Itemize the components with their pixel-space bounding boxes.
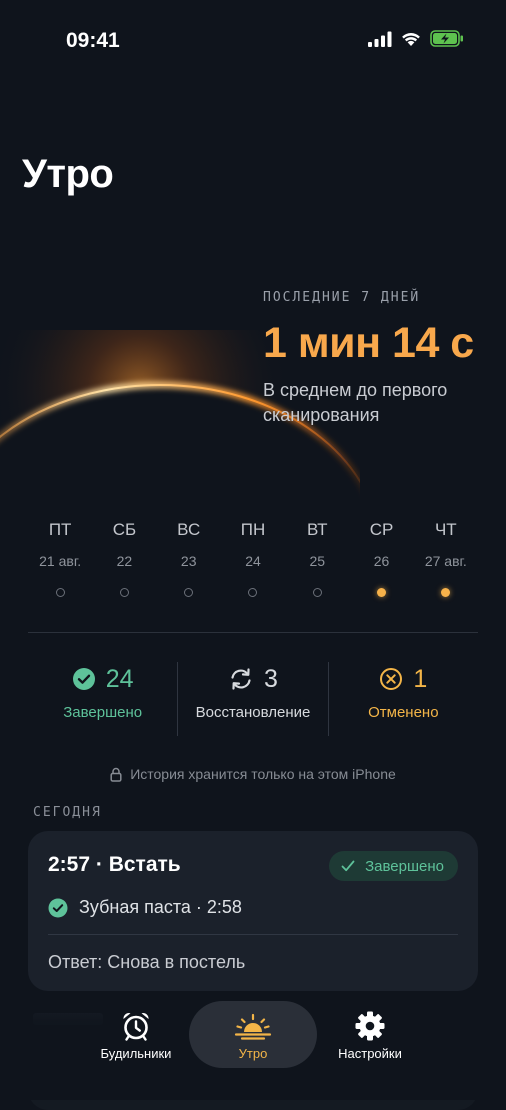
recovery-label: Восстановление (195, 704, 311, 721)
day-status-dot (119, 588, 129, 597)
day-date: 21 авг. (39, 553, 82, 569)
day-name: ПН (240, 520, 266, 539)
cancelled-counter: 1 Отменено (327, 662, 478, 736)
status-badge: Завершено (329, 851, 458, 881)
day-column[interactable]: ПН 24 (221, 520, 285, 597)
day-status-dot (184, 588, 194, 597)
sunrise-icon (234, 1013, 272, 1040)
day-column[interactable]: ПТ 21 авг. (28, 520, 92, 597)
tab-label: Будильники (100, 1046, 172, 1061)
day-name: ВС (177, 520, 201, 539)
stats-description: В среднем до первого сканирования (263, 380, 448, 425)
refresh-icon (231, 668, 251, 690)
stats-caption: ПОСЛЕДНИЕ 7 ДНЕЙ (263, 290, 421, 305)
checkmark-circle-icon (48, 898, 68, 917)
cancelled-label: Отменено (368, 704, 439, 721)
day-date: 23 (180, 553, 197, 569)
day-column[interactable]: ВС 23 (157, 520, 221, 597)
day-status-dot (377, 588, 387, 597)
privacy-note: История хранится только на этом iPhone (0, 766, 506, 782)
page-title: Утро (22, 152, 114, 196)
tab-morning[interactable]: Утро (189, 1001, 317, 1068)
day-status-dot (312, 588, 322, 597)
status-bar-time: 09:41 (66, 29, 120, 52)
day-name: ПТ (48, 520, 72, 539)
task-row: Зубная паста · 2:58 (48, 897, 242, 918)
task-label: Зубная паста · 2:58 (79, 897, 242, 917)
week-strip: ПТ 21 авг. СБ 22 ВС 23 ПН 24 ВТ 25 СР 26… (28, 520, 478, 597)
tab-label: Утро (238, 1046, 268, 1061)
day-name: ЧТ (434, 520, 457, 539)
summary-counters: 24 Завершено 3 Восстановление 1 Отменено (28, 662, 478, 736)
completed-label: Завершено (63, 704, 143, 721)
tab-settings[interactable]: Настройки (306, 1001, 434, 1068)
cancelled-count: 1 (413, 664, 428, 693)
day-date: 27 авг. (424, 553, 467, 569)
divider (48, 934, 458, 935)
day-date: 26 (373, 553, 390, 569)
completed-count: 24 (105, 664, 134, 693)
day-name: СР (369, 520, 394, 539)
day-column[interactable]: СБ 22 (92, 520, 156, 597)
day-status-dot (441, 588, 451, 597)
alarm-history-card[interactable]: 2:57 · Встать Завершено Зубная паста · 2… (28, 831, 478, 991)
completed-counter: 24 Завершено (28, 662, 177, 736)
alarm-title: 2:57 · Встать (48, 853, 181, 876)
alarm-clock-icon (123, 1012, 149, 1041)
average-time-value: 1 мин 14 с (263, 319, 474, 367)
answer-text: Ответ: Снова в постель (48, 952, 246, 972)
day-name: ВТ (306, 520, 328, 539)
battery-charging-icon (430, 30, 463, 47)
status-badge-label: Завершено (365, 857, 444, 875)
day-date: 22 (116, 553, 133, 569)
day-name: СБ (112, 520, 137, 539)
tab-label: Настройки (338, 1046, 402, 1061)
checkmark-circle-icon (72, 668, 95, 690)
day-status-dot (55, 588, 65, 597)
cellular-signal-icon (368, 31, 392, 47)
privacy-note-text: История хранится только на этом iPhone (130, 766, 396, 782)
section-label-today: СЕГОДНЯ (33, 805, 102, 820)
day-status-dot (248, 588, 258, 597)
lock-icon (110, 767, 122, 782)
recovery-counter: 3 Восстановление (177, 662, 327, 736)
divider (28, 632, 478, 633)
day-column[interactable]: ВТ 25 (285, 520, 349, 597)
day-column[interactable]: ЧТ 27 авг. (414, 520, 478, 597)
checkmark-icon (341, 860, 355, 872)
wifi-icon (402, 32, 420, 46)
status-bar-icons (368, 30, 464, 47)
day-column[interactable]: СР 26 (349, 520, 413, 597)
tab-alarms[interactable]: Будильники (72, 1001, 200, 1068)
day-date: 25 (309, 553, 326, 569)
weekly-stats: ПОСЛЕДНИЕ 7 ДНЕЙ 1 мин 14 с В среднем до… (263, 290, 503, 428)
recovery-count: 3 (264, 664, 278, 693)
x-circle-icon (380, 668, 403, 690)
gear-icon (355, 1011, 385, 1041)
day-date: 24 (245, 553, 261, 569)
